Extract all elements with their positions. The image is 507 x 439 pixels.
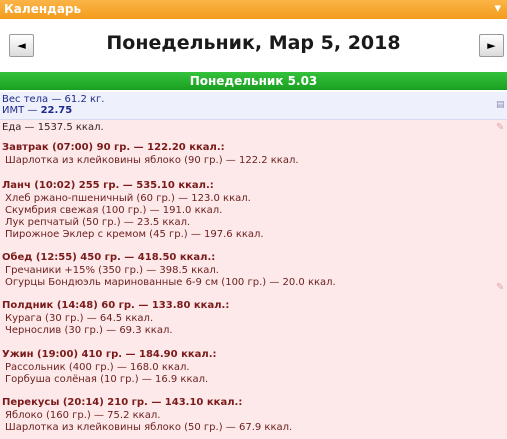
bmi-value: 22.75 <box>40 105 73 116</box>
meal-item[interactable]: Хлеб ржано-пшеничный (60 гр.) — 123.0 кк… <box>5 193 251 204</box>
meal-item[interactable]: Шарлотка из клейковины яблоко (90 гр.) —… <box>5 155 299 166</box>
meal-header-snacks[interactable]: Перекусы (20:14) 210 гр. — 143.10 ккал.: <box>2 397 242 408</box>
meal-item[interactable]: Скумбрия свежая (100 гр.) — 191.0 ккал. <box>5 205 222 216</box>
meals-panel: Еда — 1537.5 ккал. ✎ Завтрак (07:00) 90 … <box>0 120 507 439</box>
meal-header-snack[interactable]: Полдник (14:48) 60 гр. — 133.80 ккал.: <box>2 300 229 311</box>
next-day-button[interactable]: ► <box>479 34 504 57</box>
meal-item[interactable]: Горбуша солёная (10 гр.) — 16.9 ккал. <box>5 374 208 385</box>
meal-item[interactable]: Огурцы Бондюэль маринованные 6-9 см (100… <box>5 277 336 288</box>
meal-item[interactable]: Чернослив (30 гр.) — 69.3 ккал. <box>5 325 173 336</box>
meal-header-lunch[interactable]: Ланч (10:02) 255 гр. — 535.10 ккал.: <box>2 180 214 191</box>
current-date: Понедельник, Мар 5, 2018 <box>106 32 401 54</box>
weight-text: Вес тела — 61.2 кг. <box>2 94 105 105</box>
window-title: Календарь <box>4 2 82 16</box>
meal-item[interactable]: Шарлотка из клейковины яблоко (50 гр.) —… <box>5 422 292 433</box>
window-titlebar: Календарь ▾ <box>0 0 507 19</box>
meal-header-breakfast[interactable]: Завтрак (07:00) 90 гр. — 122.20 ккал.: <box>2 142 225 153</box>
meal-item[interactable]: Гречаники +15% (350 гр.) — 398.5 ккал. <box>5 265 219 276</box>
food-total: Еда — 1537.5 ккал. <box>2 122 104 133</box>
arrow-right-icon: ► <box>487 39 496 52</box>
meal-header-dinner[interactable]: Обед (12:55) 450 гр. — 418.50 ккал.: <box>2 252 215 263</box>
date-navigation: ◄ Понедельник, Мар 5, 2018 ► <box>0 19 507 72</box>
meal-item[interactable]: Рассольник (400 гр.) — 168.0 ккал. <box>5 362 190 373</box>
meal-item[interactable]: Курага (30 гр.) — 64.5 ккал. <box>5 313 153 324</box>
pencil-icon[interactable]: ✎ <box>496 122 504 133</box>
pencil-icon[interactable]: ✎ <box>496 282 504 293</box>
day-header: Понедельник 5.03 <box>0 72 507 90</box>
bmi-line: ИМТ — 22.75 <box>2 105 72 116</box>
meal-item[interactable]: Лук репчатый (50 гр.) — 23.5 ккал. <box>5 217 190 228</box>
meal-header-supper[interactable]: Ужин (19:00) 410 гр. — 184.90 ккал.: <box>2 349 217 360</box>
scale-icon[interactable]: ▤ <box>496 100 505 110</box>
bmi-label: ИМТ — <box>2 105 41 116</box>
meal-item[interactable]: Яблоко (160 гр.) — 75.2 ккал. <box>5 410 160 421</box>
chevron-down-icon[interactable]: ▾ <box>494 1 501 16</box>
body-stats-panel[interactable]: Вес тела — 61.2 кг. ИМТ — 22.75 ▤ <box>0 92 507 120</box>
meal-item[interactable]: Пирожное Эклер с кремом (45 гр.) — 197.6… <box>5 229 264 240</box>
